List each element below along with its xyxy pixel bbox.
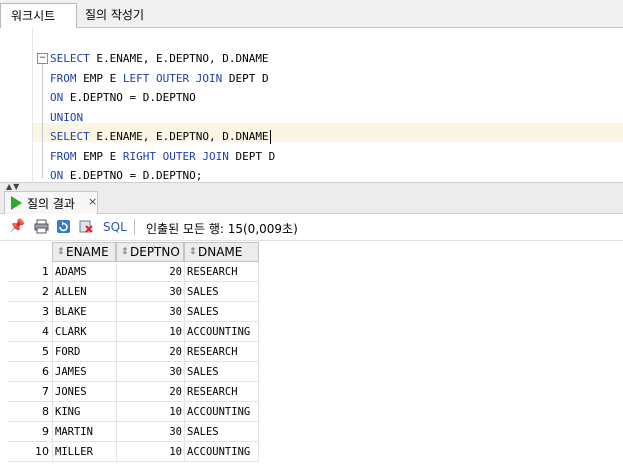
- cell-deptno[interactable]: 10: [116, 402, 184, 422]
- cancel-icon[interactable]: [79, 219, 94, 234]
- fetch-status: 인출된 모든 행: 15(0,009초): [146, 222, 298, 236]
- cell-deptno[interactable]: 20: [116, 342, 184, 362]
- table-row[interactable]: 9 MARTIN 30 SALES: [8, 422, 259, 442]
- cell-dname[interactable]: ACCOUNTING: [184, 322, 259, 342]
- cell-dname[interactable]: ACCOUNTING: [184, 442, 259, 462]
- cell-ename[interactable]: ALLEN: [52, 282, 116, 302]
- cell-deptno[interactable]: 30: [116, 422, 184, 442]
- result-toolbar: 📌 SQL 인출된 모든 행: 15(0,009초): [0, 214, 623, 241]
- cell-ename[interactable]: MILLER: [52, 442, 116, 462]
- table-row[interactable]: 7 JONES 20 RESEARCH: [8, 382, 259, 402]
- cell-dname[interactable]: SALES: [184, 302, 259, 322]
- code-line[interactable]: ON E.DEPTNO = D.DEPTNO: [50, 88, 275, 108]
- print-icon[interactable]: [34, 219, 49, 234]
- row-number[interactable]: 10: [8, 442, 52, 462]
- sql-code[interactable]: SELECT E.ENAME, E.DEPTNO, D.DNAME FROM EM…: [50, 49, 275, 186]
- splitter-arrows-icon[interactable]: ▲▼: [6, 182, 20, 191]
- cell-ename[interactable]: MARTIN: [52, 422, 116, 442]
- tab-query-result[interactable]: 질의 결과 ×: [4, 191, 98, 214]
- tab-worksheet[interactable]: 워크시트: [0, 3, 77, 28]
- close-icon[interactable]: ×: [88, 195, 97, 208]
- row-number[interactable]: 2: [8, 282, 52, 302]
- table-row[interactable]: 6 JAMES 30 SALES: [8, 362, 259, 382]
- cell-ename[interactable]: JONES: [52, 382, 116, 402]
- query-result-label: 질의 결과: [27, 197, 75, 211]
- cell-ename[interactable]: CLARK: [52, 322, 116, 342]
- cell-deptno[interactable]: 20: [116, 382, 184, 402]
- sort-icon: ⇕: [121, 247, 129, 257]
- code-line[interactable]: SELECT E.ENAME, E.DEPTNO, D.DNAME: [50, 49, 275, 69]
- row-number[interactable]: 4: [8, 322, 52, 342]
- cell-dname[interactable]: ACCOUNTING: [184, 402, 259, 422]
- cell-deptno[interactable]: 30: [116, 362, 184, 382]
- column-header-ename[interactable]: ⇕ ENAME: [52, 242, 116, 262]
- worksheet-tab-bar: 워크시트 질의 작성기: [0, 0, 623, 28]
- cell-ename[interactable]: JAMES: [52, 362, 116, 382]
- code-line[interactable]: SELECT E.ENAME, E.DEPTNO, D.DNAME: [50, 127, 275, 147]
- cell-dname[interactable]: RESEARCH: [184, 262, 259, 282]
- code-line[interactable]: UNION: [50, 108, 275, 128]
- cell-ename[interactable]: BLAKE: [52, 302, 116, 322]
- table-row[interactable]: 2 ALLEN 30 SALES: [8, 282, 259, 302]
- table-row[interactable]: 8 KING 10 ACCOUNTING: [8, 402, 259, 422]
- table-row[interactable]: 10 MILLER 10 ACCOUNTING: [8, 442, 259, 462]
- row-number[interactable]: 1: [8, 262, 52, 282]
- cell-deptno[interactable]: 20: [116, 262, 184, 282]
- cell-ename[interactable]: ADAMS: [52, 262, 116, 282]
- cell-deptno[interactable]: 30: [116, 282, 184, 302]
- refresh-icon[interactable]: [56, 219, 71, 234]
- row-number[interactable]: 7: [8, 382, 52, 402]
- code-line[interactable]: FROM EMP E LEFT OUTER JOIN DEPT D: [50, 69, 275, 89]
- row-number[interactable]: 6: [8, 362, 52, 382]
- cell-deptno[interactable]: 30: [116, 302, 184, 322]
- result-tab-bar: 질의 결과 ×: [0, 191, 623, 214]
- row-number[interactable]: 9: [8, 422, 52, 442]
- row-number[interactable]: 8: [8, 402, 52, 422]
- table-row[interactable]: 3 BLAKE 30 SALES: [8, 302, 259, 322]
- sql-button[interactable]: SQL: [103, 220, 127, 234]
- column-header-deptno[interactable]: ⇕ DEPTNO: [116, 242, 184, 262]
- text-caret: [269, 130, 271, 144]
- sort-icon: ⇕: [189, 247, 197, 257]
- column-header-dname[interactable]: ⇕ DNAME: [184, 242, 259, 262]
- cell-dname[interactable]: SALES: [184, 422, 259, 442]
- cell-deptno[interactable]: 10: [116, 322, 184, 342]
- sql-editor[interactable]: − SELECT E.ENAME, E.DEPTNO, D.DNAME FROM …: [0, 28, 623, 182]
- row-number[interactable]: 3: [8, 302, 52, 322]
- run-icon: [11, 196, 22, 210]
- row-number[interactable]: 5: [8, 342, 52, 362]
- cell-dname[interactable]: RESEARCH: [184, 382, 259, 402]
- sort-icon: ⇕: [57, 247, 65, 257]
- panel-splitter[interactable]: ▲▼: [0, 182, 623, 191]
- cell-ename[interactable]: FORD: [52, 342, 116, 362]
- toolbar-divider: [134, 219, 135, 235]
- collapse-icon[interactable]: −: [37, 53, 48, 64]
- cell-dname[interactable]: RESEARCH: [184, 342, 259, 362]
- pin-icon[interactable]: 📌: [9, 219, 25, 234]
- fold-guide: [42, 64, 43, 178]
- cell-ename[interactable]: KING: [52, 402, 116, 422]
- code-line[interactable]: FROM EMP E RIGHT OUTER JOIN DEPT D: [50, 147, 275, 167]
- cell-dname[interactable]: SALES: [184, 362, 259, 382]
- table-row[interactable]: 4 CLARK 10 ACCOUNTING: [8, 322, 259, 342]
- cell-dname[interactable]: SALES: [184, 282, 259, 302]
- table-row[interactable]: 1 ADAMS 20 RESEARCH: [8, 262, 259, 282]
- cell-deptno[interactable]: 10: [116, 442, 184, 462]
- table-row[interactable]: 5 FORD 20 RESEARCH: [8, 342, 259, 362]
- editor-gutter: [0, 28, 33, 182]
- tab-query-builder[interactable]: 질의 작성기: [75, 3, 154, 27]
